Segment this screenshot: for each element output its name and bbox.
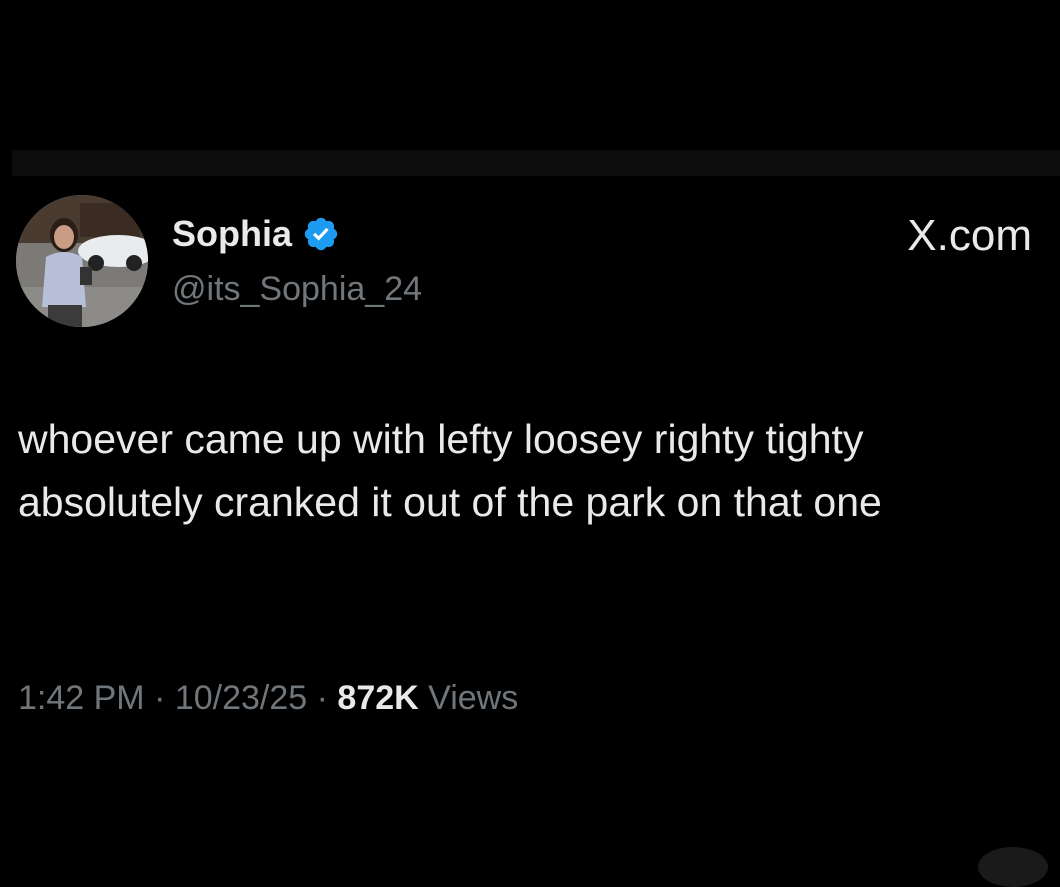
tweet-meta: 1:42 PM · 10/23/25 · 872K Views	[18, 676, 518, 720]
views-label: Views	[418, 679, 519, 717]
section-divider	[12, 150, 1060, 176]
views-count: 872K	[337, 679, 419, 717]
tweet-text: whoever came up with lefty loosey righty…	[18, 416, 882, 525]
corner-shape	[978, 847, 1048, 887]
author-name-row: Sophia	[172, 212, 340, 256]
tweet-date[interactable]: 10/23/25	[175, 679, 307, 717]
avatar-photo	[16, 195, 148, 327]
site-logo-text: X.com	[907, 211, 1032, 260]
meta-separator: ·	[144, 679, 175, 717]
top-empty-area	[0, 0, 1060, 150]
verified-badge-icon	[302, 215, 340, 253]
meta-separator: ·	[307, 679, 338, 717]
tweet-time[interactable]: 1:42 PM	[18, 679, 145, 717]
tweet-card[interactable]: Sophia @its_Sophia_24 X.com whoever came…	[0, 176, 1060, 887]
avatar[interactable]	[16, 195, 148, 327]
display-name[interactable]: Sophia	[172, 212, 292, 256]
author-handle[interactable]: @its_Sophia_24	[172, 268, 422, 310]
